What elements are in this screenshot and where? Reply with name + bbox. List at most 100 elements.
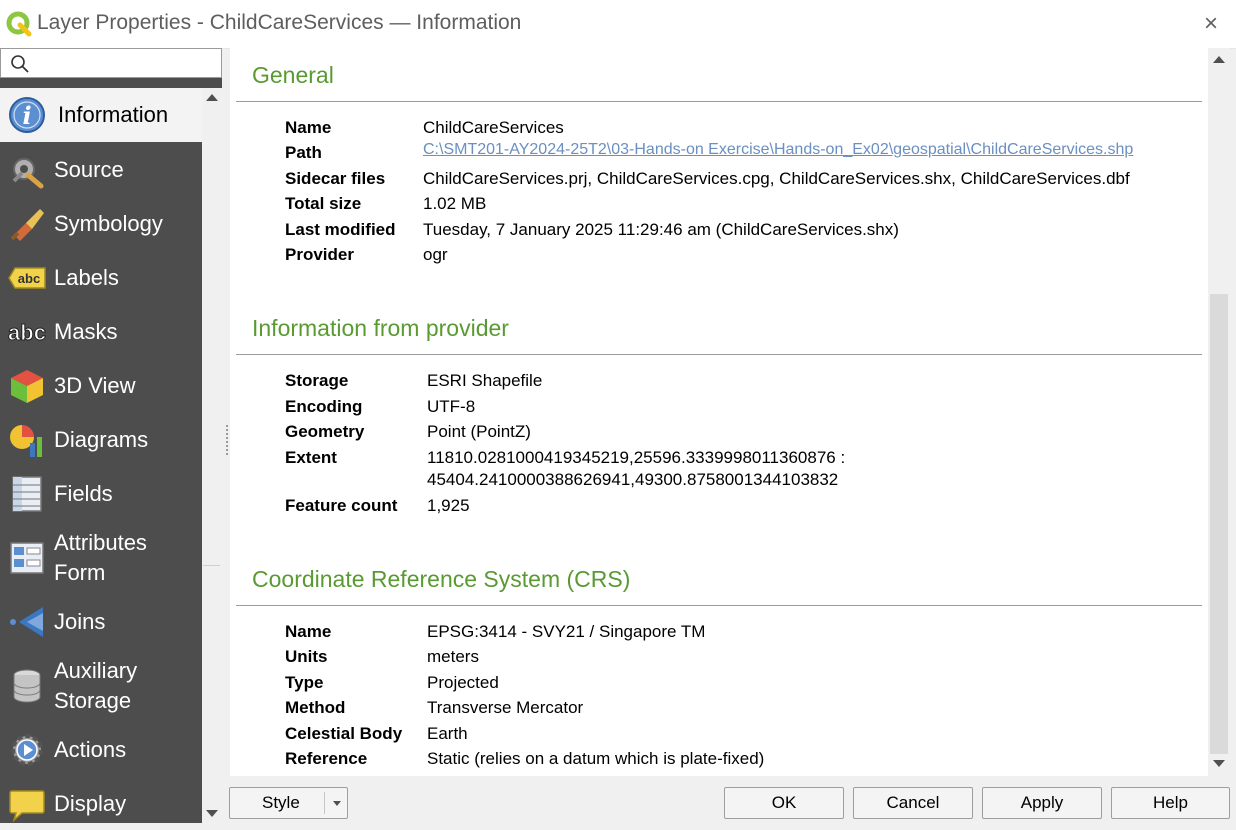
- info-key: Celestial Body: [285, 724, 403, 743]
- info-value: 45404.2410000388626941,49300.87580013441…: [427, 470, 839, 489]
- style-button-label: Style: [262, 793, 300, 812]
- information-panel: General Name ChildCareServices Path C:\S…: [230, 48, 1208, 776]
- divider: [236, 605, 1202, 606]
- section-title-general: General: [252, 62, 334, 88]
- info-key: Extent: [285, 448, 337, 467]
- 3d-view-icon: [0, 366, 54, 406]
- info-key: Name: [285, 118, 332, 137]
- sidebar-item-label-line2: Storage: [54, 688, 132, 713]
- info-key: Geometry: [285, 422, 365, 441]
- info-value: Transverse Mercator: [427, 698, 584, 717]
- sidebar-item-attributes-form[interactable]: Attributes Form: [0, 522, 202, 594]
- info-key: Total size: [285, 194, 362, 213]
- content-scrollbar[interactable]: [1208, 48, 1230, 776]
- sidebar-item-masks[interactable]: abc Masks: [0, 306, 202, 358]
- info-key: Encoding: [285, 397, 363, 416]
- fields-icon: [0, 474, 54, 514]
- info-value: ogr: [423, 245, 448, 264]
- sidebar-item-label: Symbology: [54, 211, 163, 236]
- sidebar-item-diagrams[interactable]: Diagrams: [0, 414, 202, 466]
- info-value: meters: [427, 647, 479, 666]
- info-key: Path: [285, 143, 322, 162]
- scroll-down-arrow-icon[interactable]: [1213, 760, 1225, 767]
- sidebar-item-actions[interactable]: Actions: [0, 724, 202, 776]
- sidebar-item-label-line2: Form: [54, 560, 106, 585]
- source-icon: [0, 150, 54, 190]
- masks-icon: abc: [0, 312, 54, 352]
- sidebar-item-joins[interactable]: Joins: [0, 596, 202, 648]
- sidebar-item-label: Auxiliary Storage: [54, 656, 137, 716]
- auxiliary-storage-icon: [0, 666, 54, 706]
- diagrams-icon: [0, 420, 54, 460]
- sidebar-item-fields[interactable]: Fields: [0, 468, 202, 520]
- content-scroll-thumb[interactable]: [1210, 294, 1228, 754]
- info-key: Name: [285, 622, 332, 641]
- info-value: Earth: [427, 724, 468, 743]
- divider: [236, 354, 1202, 355]
- info-key: Method: [285, 698, 346, 717]
- title-bar: Layer Properties - ChildCareServices — I…: [0, 0, 1236, 49]
- sidebar-item-label: Joins: [54, 609, 106, 634]
- info-value: 11810.0281000419345219,25596.33399980113…: [427, 448, 846, 467]
- info-key: Sidecar files: [285, 169, 386, 188]
- info-value: ChildCareServices.prj, ChildCareServices…: [423, 169, 1130, 188]
- actions-icon: [0, 730, 54, 770]
- sidebar-item-auxiliary-storage[interactable]: Auxiliary Storage: [0, 650, 202, 722]
- sidebar-item-label: 3D View: [54, 373, 136, 398]
- help-button[interactable]: Help: [1111, 787, 1230, 819]
- search-box[interactable]: [0, 48, 222, 78]
- sidebar-item-label: Labels: [54, 265, 119, 290]
- chevron-down-icon: [333, 801, 341, 806]
- scroll-up-arrow-icon[interactable]: [206, 94, 218, 101]
- sidebar-scrollbar[interactable]: [202, 88, 222, 823]
- window-title: Layer Properties - ChildCareServices — I…: [37, 11, 522, 34]
- labels-icon: abc: [0, 258, 54, 298]
- joins-icon: [0, 602, 54, 642]
- sidebar-item-display[interactable]: Display: [0, 778, 202, 830]
- sidebar-item-label: Masks: [54, 319, 118, 344]
- info-value: UTF-8: [427, 397, 476, 416]
- info-key: Storage: [285, 371, 349, 390]
- sidebar-item-symbology[interactable]: Symbology: [0, 198, 202, 250]
- sidebar-item-3d-view[interactable]: 3D View: [0, 360, 202, 412]
- info-value: ESRI Shapefile: [427, 371, 543, 390]
- search-input[interactable]: [33, 51, 217, 75]
- scroll-down-arrow-icon[interactable]: [206, 810, 218, 817]
- sidebar-item-information[interactable]: i Information: [0, 88, 202, 142]
- sidebar-item-labels[interactable]: abc Labels: [0, 252, 202, 304]
- scroll-up-arrow-icon[interactable]: [1213, 56, 1225, 63]
- info-value: Projected: [427, 673, 499, 692]
- section-title-crs: Coordinate Reference System (CRS): [252, 566, 631, 592]
- info-value: 1.02 MB: [423, 194, 487, 213]
- cancel-button[interactable]: Cancel: [853, 787, 973, 819]
- path-link[interactable]: C:\SMT201-AY2024-25T2\03-Hands-on Exerci…: [423, 141, 1133, 159]
- info-key: Units: [285, 647, 328, 666]
- sidebar-item-label: Information: [58, 102, 169, 127]
- information-icon: i: [0, 95, 54, 135]
- dropdown-separator: [324, 792, 325, 814]
- style-dropdown-button[interactable]: Style: [229, 787, 348, 819]
- sidebar-item-source[interactable]: Source: [0, 144, 202, 196]
- sidebar-item-label: Attributes Form: [54, 528, 147, 588]
- svg-text:abc: abc: [8, 320, 46, 345]
- info-value: 1,925: [427, 496, 470, 515]
- info-value: ChildCareServices: [423, 118, 564, 137]
- info-key: Type: [285, 673, 324, 692]
- section-title-provider: Information from provider: [252, 315, 509, 341]
- info-value: Static (relies on a datum which is plate…: [427, 749, 765, 768]
- sidebar-item-label-line1: Attributes: [54, 530, 147, 555]
- attributes-form-icon: [0, 538, 54, 578]
- panel-splitter-handle[interactable]: [226, 425, 228, 455]
- svg-text:i: i: [22, 101, 31, 130]
- apply-button[interactable]: Apply: [982, 787, 1102, 819]
- sidebar-item-label: Display: [54, 791, 127, 816]
- info-key: Feature count: [285, 496, 398, 515]
- close-icon[interactable]: ×: [1196, 10, 1226, 38]
- ok-button[interactable]: OK: [724, 787, 844, 819]
- qgis-logo-icon: [6, 11, 32, 37]
- sidebar-item-label-line1: Auxiliary: [54, 658, 138, 683]
- sidebar-scroll-thumb[interactable]: [203, 110, 220, 566]
- info-value: Point (PointZ): [427, 422, 531, 441]
- sidebar: i Information Source Symbology abc Label…: [0, 48, 222, 823]
- sidebar-item-label: Fields: [54, 481, 113, 506]
